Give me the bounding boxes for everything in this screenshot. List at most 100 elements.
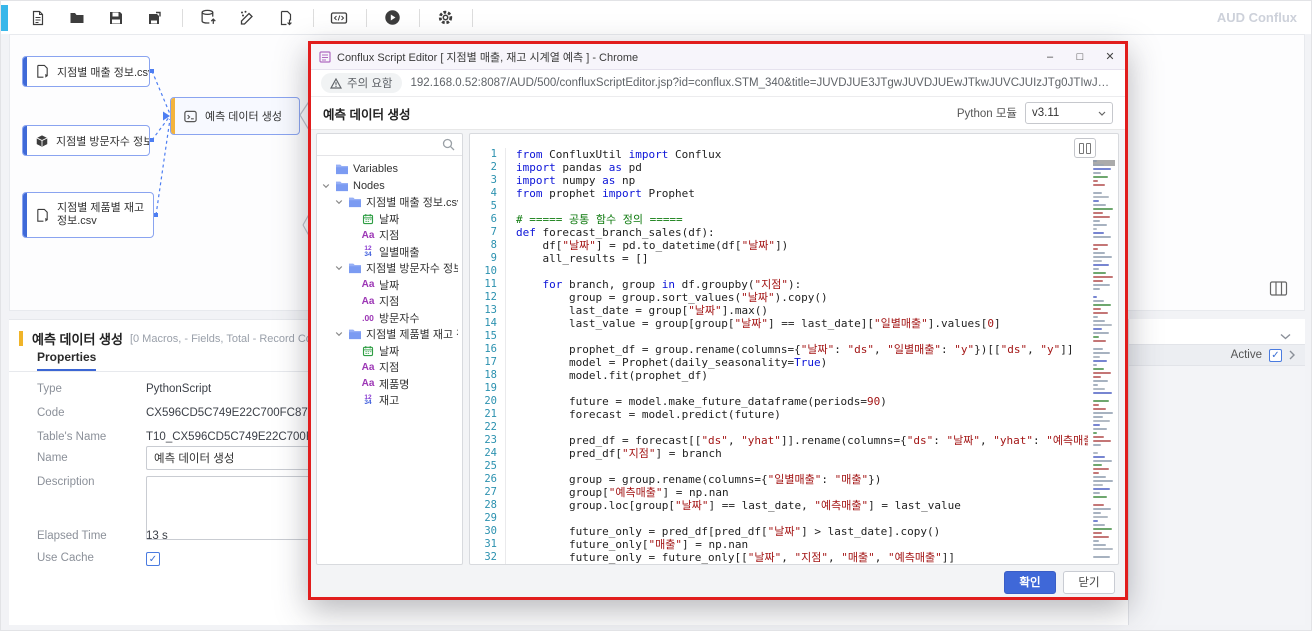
- code-line: from ConfluxUtil import Conflux: [516, 148, 1088, 161]
- line-number: 3: [470, 174, 497, 187]
- save-button[interactable]: [103, 5, 129, 31]
- flow-node-forecast[interactable]: 예측 데이터 생성: [170, 97, 300, 135]
- settings-button[interactable]: [432, 5, 458, 31]
- text-field-icon: Aa: [361, 378, 375, 389]
- tree-expander-icon[interactable]: [335, 198, 344, 206]
- minimap-line: [1093, 528, 1112, 530]
- code-editor-pane[interactable]: 1234567891011121314151617181920212223242…: [469, 133, 1119, 565]
- line-number: 5: [470, 200, 497, 213]
- minimap-line: [1093, 516, 1108, 518]
- tree-item[interactable]: Aa날짜: [322, 277, 458, 294]
- use-cache-checkbox[interactable]: [146, 552, 160, 566]
- line-number: 9: [470, 252, 497, 265]
- maximize-button[interactable]: □: [1065, 51, 1095, 63]
- code-line: group["예측매출"] = np.nan: [516, 486, 1088, 499]
- save-as-button[interactable]: [142, 5, 168, 31]
- close-dialog-button[interactable]: 닫기: [1063, 571, 1115, 594]
- tree-item[interactable]: Nodes: [322, 178, 458, 195]
- tree-item[interactable]: 날짜: [322, 343, 458, 360]
- new-file-icon: [30, 10, 46, 26]
- url-text[interactable]: 192.168.0.52:8087/AUD/500/confluxScriptE…: [411, 77, 1115, 89]
- address-bar: 주의 요함 192.168.0.52:8087/AUD/500/confluxS…: [311, 70, 1125, 97]
- python-version-value: v3.11: [1032, 107, 1098, 119]
- tree-item[interactable]: Aa지점: [322, 293, 458, 310]
- tree-item-label: 재고: [379, 392, 399, 408]
- minimap-line: [1093, 320, 1105, 322]
- python-version-select[interactable]: v3.11: [1025, 102, 1113, 124]
- minimap-line: [1093, 252, 1105, 254]
- tab-properties[interactable]: Properties: [37, 350, 96, 371]
- collapse-chevron-icon[interactable]: [1280, 327, 1291, 345]
- line-number: 1: [470, 148, 497, 161]
- minimap-line: [1093, 232, 1104, 234]
- minimap-line: [1093, 328, 1102, 330]
- flow-node-visitors[interactable]: 지점별 방문자수 정보: [22, 125, 150, 156]
- tree-item[interactable]: Aa제품명: [322, 376, 458, 393]
- minimize-button[interactable]: –: [1035, 51, 1065, 63]
- code-line: last_date = group["날짜"].max(): [516, 304, 1088, 317]
- open-button[interactable]: [64, 5, 90, 31]
- minimap-line: [1093, 268, 1099, 270]
- code-line: group = group.rename(columns={"일별매출": "매…: [516, 473, 1088, 486]
- code-line: pred_df = forecast[["ds", "yhat"]].renam…: [516, 434, 1088, 447]
- toolbar-separator: [419, 9, 420, 27]
- tree-item-label: 지점별 제품별 재고 정보.csv: [366, 326, 458, 342]
- tree-item[interactable]: 지점별 제품별 재고 정보.csv: [322, 326, 458, 343]
- flow-node-inventory-csv[interactable]: 지점별 제품별 재고 정보.csv: [22, 192, 154, 238]
- columns-view-button[interactable]: [1269, 280, 1288, 302]
- export-button[interactable]: [273, 5, 299, 31]
- number-field-icon: 1234: [361, 246, 375, 257]
- node-label: 지점별 제품별 재고 정보.csv: [57, 202, 145, 228]
- toolbar-accent-bar: [1, 5, 8, 31]
- description-textarea[interactable]: [146, 476, 316, 540]
- split-view-button[interactable]: [1074, 138, 1096, 158]
- tree-item[interactable]: 지점별 매출 정보.csv: [322, 194, 458, 211]
- tree-item[interactable]: .00방문자수: [322, 310, 458, 327]
- line-number: 15: [470, 330, 497, 343]
- code-lines[interactable]: from ConfluxUtil import Confluximport pa…: [506, 148, 1088, 564]
- tree-item[interactable]: Aa지점: [322, 359, 458, 376]
- name-input[interactable]: [146, 446, 316, 470]
- flow-node-sales-csv[interactable]: 지점별 매출 정보.csv: [22, 56, 150, 87]
- dialog-titlebar: Conflux Script Editor [ 지점별 매출, 재고 시계열 예…: [311, 44, 1125, 70]
- close-button[interactable]: ✕: [1095, 50, 1125, 63]
- tree-expander-icon[interactable]: [335, 330, 344, 338]
- line-number: 18: [470, 369, 497, 382]
- tree-expander-icon[interactable]: [335, 264, 344, 272]
- line-number: 2: [470, 161, 497, 174]
- security-chip[interactable]: 주의 요함: [321, 73, 402, 93]
- minimap-line: [1093, 404, 1099, 406]
- run-button[interactable]: [379, 5, 405, 31]
- chevron-right-icon[interactable]: [1289, 350, 1295, 360]
- tree-item[interactable]: Variables: [322, 161, 458, 178]
- line-number: 28: [470, 499, 497, 512]
- chrome-page-icon: [319, 51, 331, 63]
- tree-item[interactable]: 지점별 방문자수 정보: [322, 260, 458, 277]
- minimap-line: [1093, 460, 1112, 462]
- tree-item[interactable]: 날짜: [322, 211, 458, 228]
- transform-button[interactable]: [234, 5, 260, 31]
- toolbar-separator: [366, 9, 367, 27]
- line-number: 10: [470, 265, 497, 278]
- minimap-line: [1093, 508, 1111, 510]
- new-file-button[interactable]: [25, 5, 51, 31]
- file-export-icon: [278, 10, 294, 26]
- minimap-line: [1093, 308, 1101, 310]
- tree-item[interactable]: 1234일별매출: [322, 244, 458, 261]
- data-upload-button[interactable]: [195, 5, 221, 31]
- code-line: future_only = pred_df[pred_df["날짜"] > la…: [516, 525, 1088, 538]
- minimap-line: [1093, 432, 1097, 434]
- minimap-line: [1093, 372, 1111, 374]
- confirm-button[interactable]: 확인: [1004, 571, 1056, 594]
- tree-item[interactable]: Aa지점: [322, 227, 458, 244]
- tree-item[interactable]: 1234재고: [322, 392, 458, 409]
- code-line: import numpy as np: [516, 174, 1088, 187]
- code-editor-button[interactable]: [326, 5, 352, 31]
- minimap-line: [1093, 536, 1109, 538]
- tree-search-input[interactable]: [323, 136, 438, 154]
- tree-expander-icon[interactable]: [322, 182, 331, 190]
- active-checkbox[interactable]: [1269, 349, 1282, 362]
- minimap[interactable]: [1093, 160, 1115, 558]
- minimap-line: [1093, 172, 1101, 174]
- folder-icon: [348, 196, 362, 208]
